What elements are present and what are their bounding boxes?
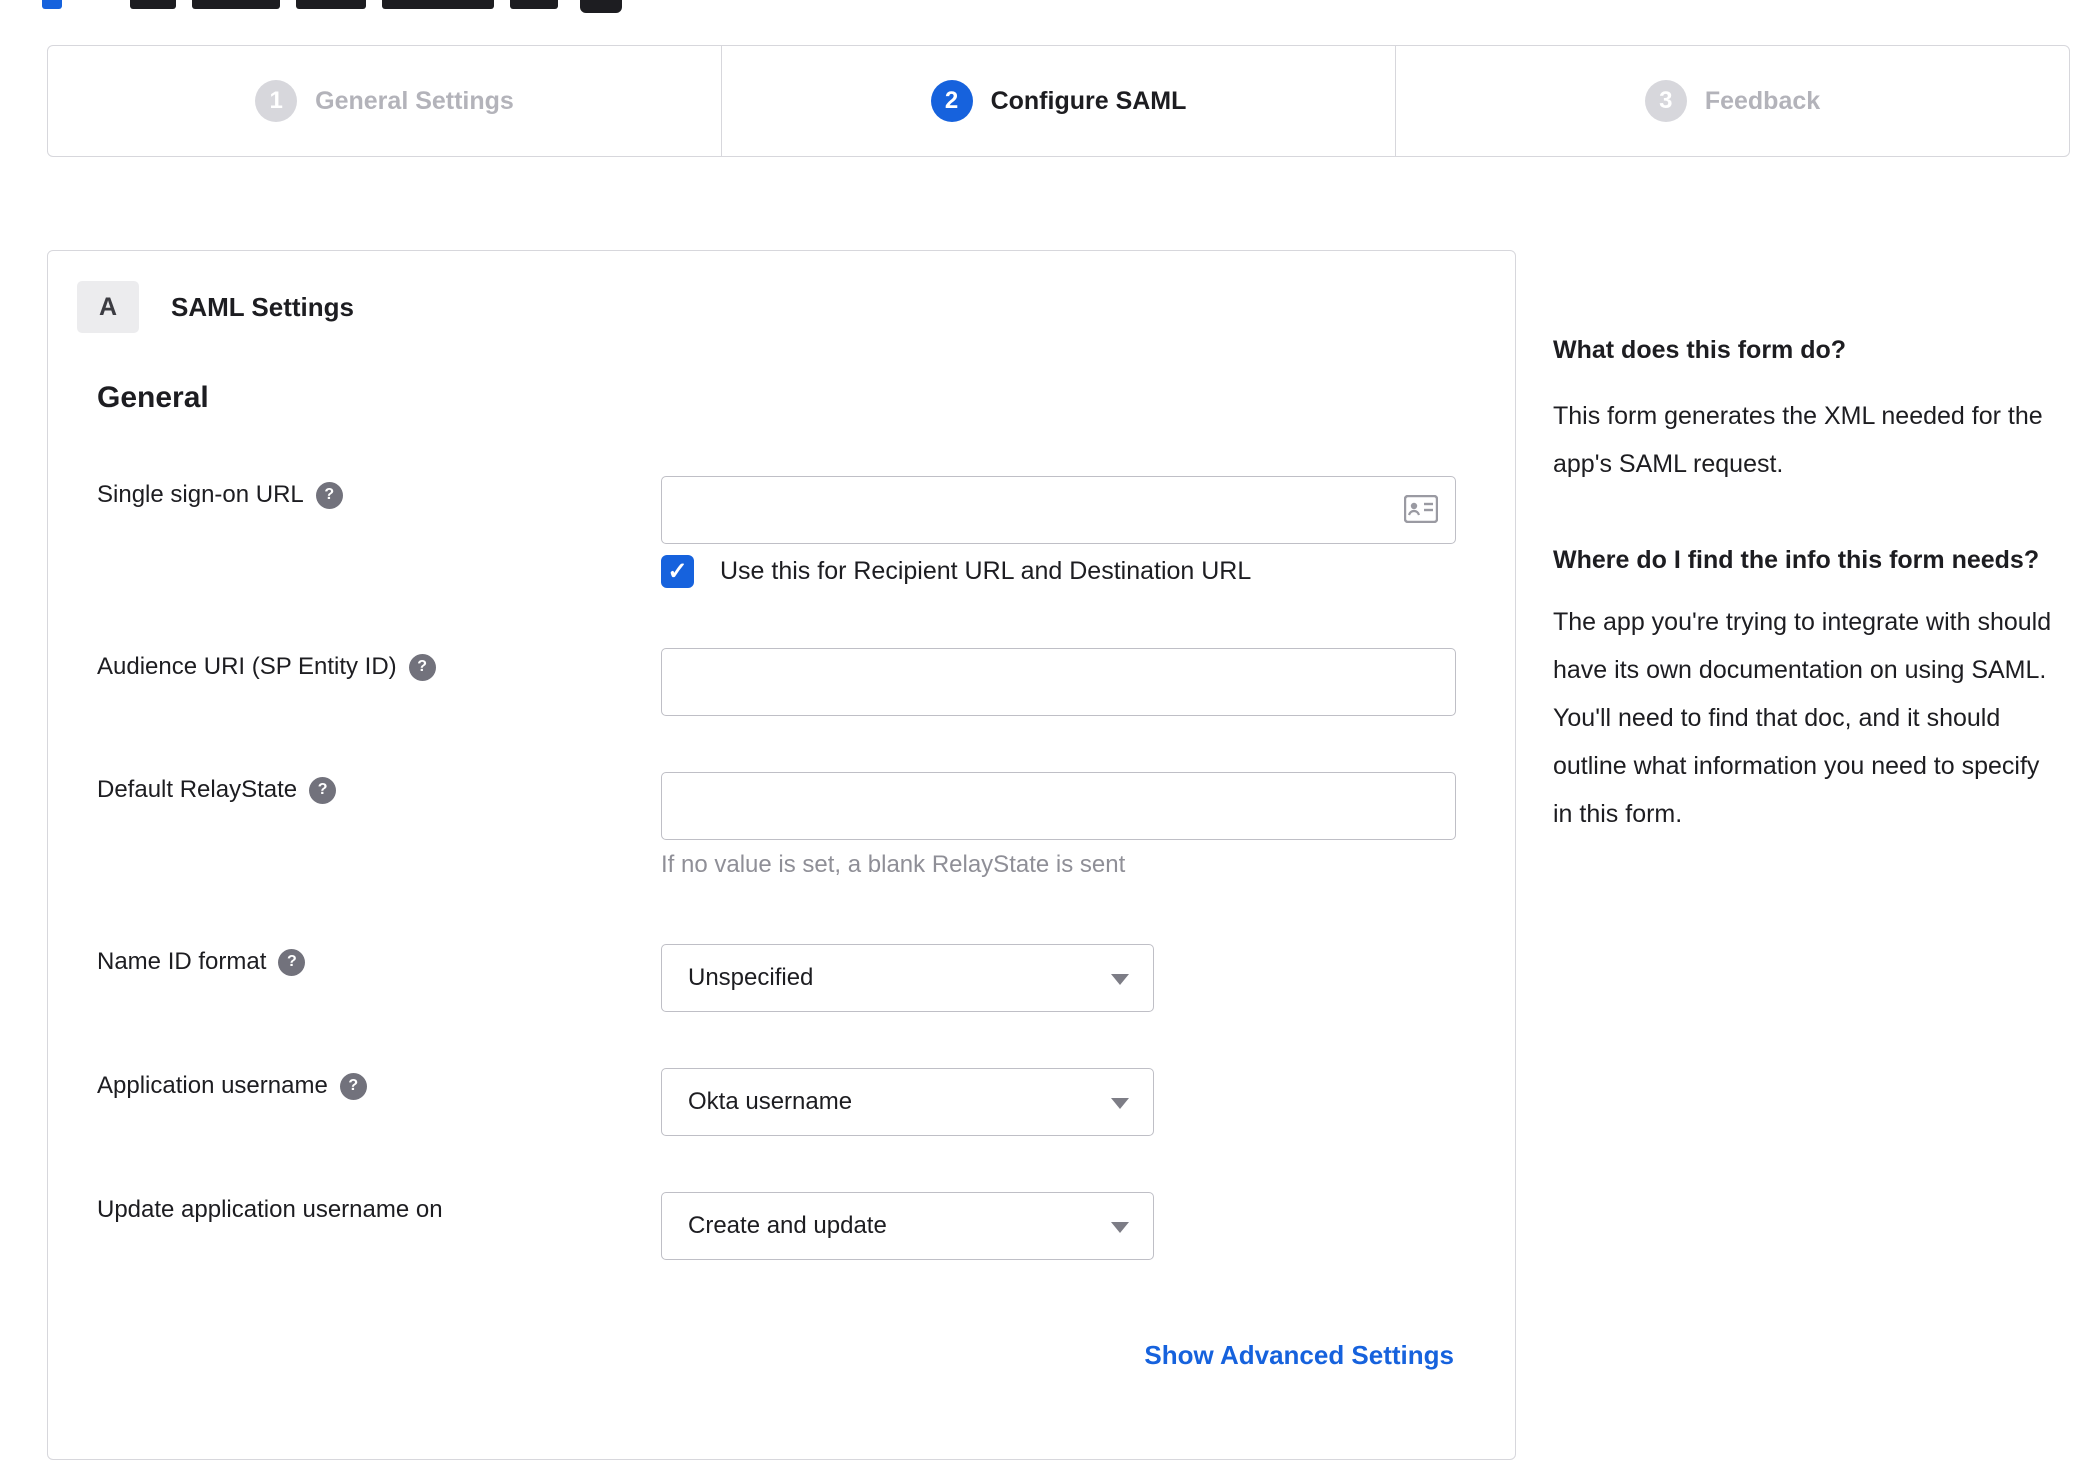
name-id-format-value: Unspecified (688, 964, 814, 991)
default-relaystate-input[interactable] (661, 772, 1456, 840)
show-advanced-settings-link[interactable]: Show Advanced Settings (1144, 1340, 1454, 1371)
step-general-settings[interactable]: 1 General Settings (48, 46, 721, 156)
section-badge-a: A (77, 281, 139, 333)
recipient-url-checkbox-label: Use this for Recipient URL and Destinati… (720, 557, 1252, 585)
group-title-general: General (97, 381, 209, 414)
name-id-format-select[interactable]: Unspecified (661, 944, 1154, 1012)
step-number-badge: 3 (1644, 80, 1687, 122)
help-icon[interactable]: ? (339, 1072, 367, 1100)
recipient-url-checkbox[interactable] (661, 555, 694, 588)
cropped-title-fragment (580, 0, 622, 13)
default-relaystate-label: Default RelayState (97, 776, 298, 803)
sidebar-question-2: Where do I find the info this form needs… (1553, 546, 2040, 574)
audience-uri-input[interactable] (661, 648, 1456, 716)
saml-settings-panel: A SAML Settings General Single sign-on U… (47, 250, 1516, 1460)
cropped-title-fragment (42, 0, 62, 9)
step-feedback[interactable]: 3 Feedback (1395, 46, 2069, 156)
chevron-down-icon (1111, 974, 1129, 985)
cropped-title-fragment (130, 0, 176, 9)
cropped-title-fragment (192, 0, 280, 9)
help-icon[interactable]: ? (408, 653, 436, 681)
chevron-down-icon (1111, 1222, 1129, 1233)
application-username-label: Application username (97, 1072, 328, 1099)
help-icon[interactable]: ? (309, 776, 337, 804)
step-label: Feedback (1704, 86, 1821, 115)
relaystate-hint: If no value is set, a blank RelayState i… (661, 851, 1126, 878)
name-id-format-label: Name ID format (97, 948, 267, 975)
sidebar-answer-2: The app you're trying to integrate with … (1553, 608, 2052, 828)
step-label: General Settings (315, 86, 514, 115)
audience-uri-label: Audience URI (SP Entity ID) (97, 653, 397, 680)
help-icon[interactable]: ? (315, 481, 343, 509)
contact-card-icon[interactable] (1403, 494, 1439, 528)
step-number-badge: 1 (255, 80, 298, 122)
sso-url-input[interactable] (661, 476, 1456, 544)
cropped-title-fragment (510, 0, 558, 9)
application-username-select[interactable]: Okta username (661, 1068, 1154, 1136)
application-username-value: Okta username (688, 1088, 853, 1115)
step-number-badge: 2 (930, 80, 973, 122)
update-username-value: Create and update (688, 1212, 887, 1239)
cropped-title-fragment (296, 0, 366, 9)
step-label: Configure SAML (990, 86, 1187, 115)
wizard-stepper: 1 General Settings 2 Configure SAML 3 Fe… (47, 45, 2070, 157)
help-sidebar: What does this form do? This form genera… (1553, 328, 2065, 838)
step-configure-saml[interactable]: 2 Configure SAML (721, 46, 1395, 156)
section-title: SAML Settings (171, 291, 354, 322)
sso-url-label: Single sign-on URL (97, 481, 304, 508)
help-icon[interactable]: ? (278, 948, 306, 976)
chevron-down-icon (1111, 1098, 1129, 1109)
cropped-title-fragment (382, 0, 494, 9)
update-username-label: Update application username on (97, 1196, 443, 1223)
sidebar-question-1: What does this form do? (1553, 336, 1847, 364)
sidebar-answer-1: This form generates the XML needed for t… (1553, 402, 2043, 478)
update-username-select[interactable]: Create and update (661, 1192, 1154, 1260)
